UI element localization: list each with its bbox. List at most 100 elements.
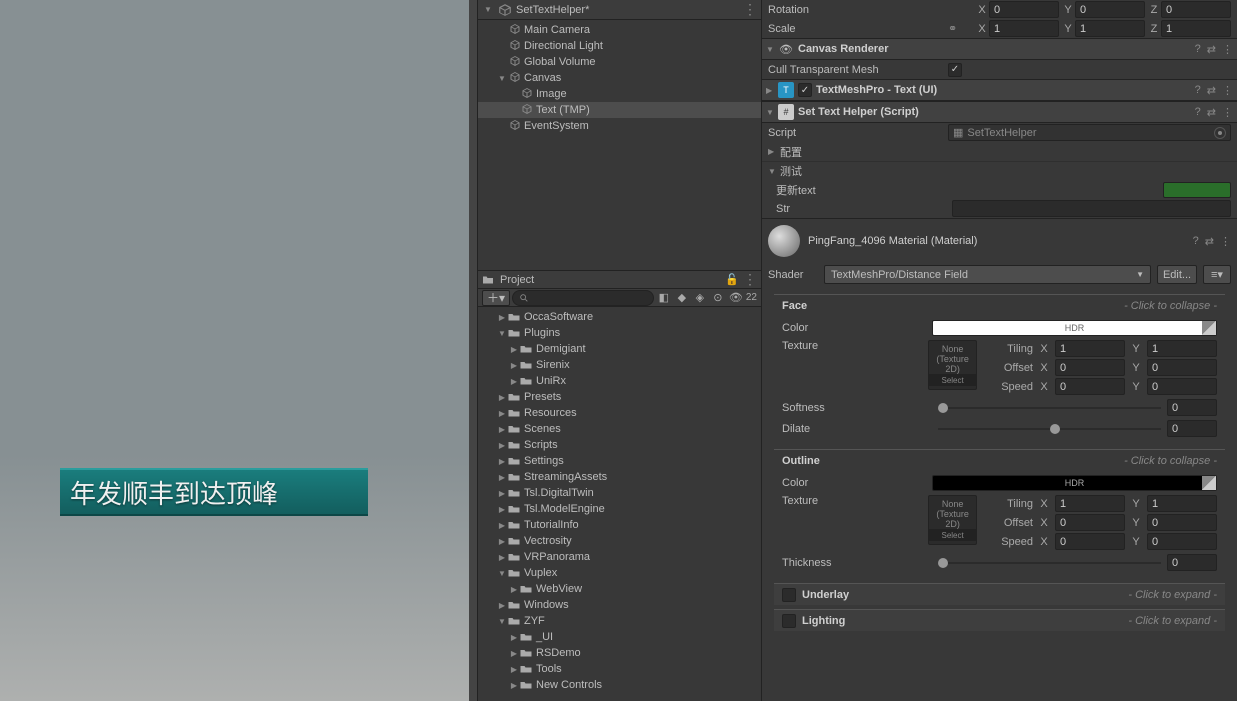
enable-checkbox[interactable] — [798, 83, 812, 97]
dilate-value[interactable]: 0 — [1167, 420, 1217, 437]
thickness-slider[interactable] — [938, 562, 1161, 564]
expand-icon[interactable]: ▶ — [508, 377, 520, 386]
expand-hint[interactable]: - Click to expand - — [1128, 589, 1217, 601]
scene-text-mesh[interactable]: 年发顺丰到达顶峰 — [60, 468, 368, 516]
texture-select-button[interactable]: Select — [929, 529, 976, 541]
expand-icon[interactable]: ▶ — [508, 681, 520, 690]
help-icon[interactable]: ? — [1195, 84, 1201, 97]
expand-icon[interactable]: ▶ — [508, 633, 520, 642]
project-item[interactable]: ▶New Controls — [478, 677, 761, 693]
script-field[interactable]: ▦ SetTextHelper — [948, 124, 1231, 141]
menu-icon[interactable]: ⋮ — [743, 1, 757, 18]
expand-icon[interactable]: ▶ — [496, 441, 508, 450]
expand-icon[interactable]: ▶ — [496, 489, 508, 498]
project-item[interactable]: ▶WebView — [478, 581, 761, 597]
expand-icon[interactable]: ▶ — [496, 393, 508, 402]
rotation-z-field[interactable] — [1161, 1, 1231, 18]
preset-icon[interactable]: ⇄ — [1205, 235, 1214, 248]
underlay-checkbox[interactable] — [782, 588, 796, 602]
expand-icon[interactable]: ▶ — [508, 665, 520, 674]
render-queue-button[interactable]: ≡▾ — [1203, 265, 1231, 284]
outline-speed-x[interactable] — [1055, 533, 1125, 550]
expand-icon[interactable]: ▶ — [508, 585, 520, 594]
save-search-icon[interactable]: ⊙ — [710, 290, 726, 306]
expand-icon[interactable]: ▶ — [496, 537, 508, 546]
project-item[interactable]: ▶Windows — [478, 597, 761, 613]
face-tiling-y[interactable] — [1147, 340, 1217, 357]
hierarchy-item[interactable]: Text (TMP) — [478, 102, 761, 118]
expand-icon[interactable]: ▼ — [496, 74, 508, 83]
filter-icon[interactable]: ◧ — [656, 290, 672, 306]
hidden-icon[interactable]: 👁 — [728, 290, 744, 306]
project-item[interactable]: ▶Settings — [478, 453, 761, 469]
help-icon[interactable]: ? — [1193, 235, 1199, 248]
project-item[interactable]: ▶_UI — [478, 629, 761, 645]
menu-icon[interactable]: ⋮ — [1222, 106, 1233, 119]
hierarchy-item[interactable]: ▼Canvas — [478, 70, 761, 86]
collapse-hint[interactable]: - Click to collapse - — [1124, 455, 1217, 467]
outline-section-header[interactable]: Outline - Click to collapse - — [774, 449, 1225, 471]
expand-icon[interactable]: ▶ — [508, 361, 520, 370]
textmeshpro-header[interactable]: ▶ T TextMeshPro - Text (UI) ?⇄⋮ — [762, 79, 1237, 101]
dilate-slider[interactable] — [938, 428, 1161, 430]
help-icon[interactable]: ? — [1195, 43, 1201, 56]
expand-icon[interactable]: ▶ — [496, 505, 508, 514]
project-item[interactable]: ▶Tools — [478, 661, 761, 677]
expand-icon[interactable]: ▶ — [496, 313, 508, 322]
preset-icon[interactable]: ⇄ — [1207, 43, 1216, 56]
project-item[interactable]: ▼ZYF — [478, 613, 761, 629]
expand-icon[interactable]: ▶ — [496, 457, 508, 466]
underlay-section[interactable]: Underlay - Click to expand - — [774, 583, 1225, 605]
hierarchy-item[interactable]: Global Volume — [478, 54, 761, 70]
add-button[interactable]: ＋▾ — [482, 290, 510, 306]
expand-icon[interactable]: ▼ — [766, 108, 778, 117]
scale-x-field[interactable] — [989, 20, 1059, 37]
rotation-y-field[interactable] — [1075, 1, 1145, 18]
cull-checkbox[interactable] — [948, 63, 962, 77]
expand-icon[interactable]: ▶ — [768, 147, 780, 156]
face-section-header[interactable]: Face - Click to collapse - — [774, 294, 1225, 316]
project-item[interactable]: ▶Sirenix — [478, 357, 761, 373]
expand-icon[interactable]: ▶ — [766, 86, 778, 95]
hierarchy-item[interactable]: Image — [478, 86, 761, 102]
preset-icon[interactable]: ⇄ — [1207, 84, 1216, 97]
label-filter-icon[interactable]: ◈ — [692, 290, 708, 306]
scale-z-field[interactable] — [1161, 20, 1231, 37]
expand-icon[interactable]: ▶ — [496, 601, 508, 610]
scene-view[interactable]: 年发顺丰到达顶峰 — [0, 0, 477, 701]
expand-icon[interactable]: ▼ — [496, 617, 508, 626]
face-speed-x[interactable] — [1055, 378, 1125, 395]
lighting-section[interactable]: Lighting - Click to expand - — [774, 609, 1225, 631]
project-item[interactable]: ▶UniRx — [478, 373, 761, 389]
menu-icon[interactable]: ⋮ — [743, 271, 757, 288]
softness-slider[interactable] — [938, 407, 1161, 409]
object-picker-icon[interactable] — [1214, 127, 1226, 139]
project-item[interactable]: ▶Vectrosity — [478, 533, 761, 549]
texture-select-button[interactable]: Select — [929, 374, 976, 386]
outline-offset-x[interactable] — [1055, 514, 1125, 531]
test-foldout[interactable]: ▼ 测试 — [762, 161, 1237, 180]
outline-offset-y[interactable] — [1147, 514, 1217, 531]
expand-icon[interactable]: ▼ — [496, 329, 508, 338]
project-item[interactable]: ▶Presets — [478, 389, 761, 405]
project-item[interactable]: ▶Scenes — [478, 421, 761, 437]
outline-tiling-x[interactable] — [1055, 495, 1125, 512]
expand-icon[interactable]: ▶ — [496, 553, 508, 562]
face-offset-y[interactable] — [1147, 359, 1217, 376]
expand-icon[interactable]: ▼ — [768, 167, 780, 176]
project-item[interactable]: ▶Tsl.ModelEngine — [478, 501, 761, 517]
hierarchy-item[interactable]: Main Camera — [478, 22, 761, 38]
project-item[interactable]: ▼Vuplex — [478, 565, 761, 581]
script-component-header[interactable]: ▼ # Set Text Helper (Script) ?⇄⋮ — [762, 101, 1237, 123]
expand-icon[interactable]: ▶ — [496, 409, 508, 418]
expand-icon[interactable]: ▼ — [766, 45, 778, 54]
project-item[interactable]: ▶Scripts — [478, 437, 761, 453]
lock-icon[interactable]: 🔓 — [725, 273, 739, 286]
face-offset-x[interactable] — [1055, 359, 1125, 376]
outline-speed-y[interactable] — [1147, 533, 1217, 550]
project-item[interactable]: ▶StreamingAssets — [478, 469, 761, 485]
constrain-proportions-icon[interactable]: ⚭ — [948, 22, 957, 35]
thickness-value[interactable]: 0 — [1167, 554, 1217, 571]
expand-icon[interactable]: ▶ — [496, 425, 508, 434]
expand-icon[interactable]: ▶ — [508, 345, 520, 354]
